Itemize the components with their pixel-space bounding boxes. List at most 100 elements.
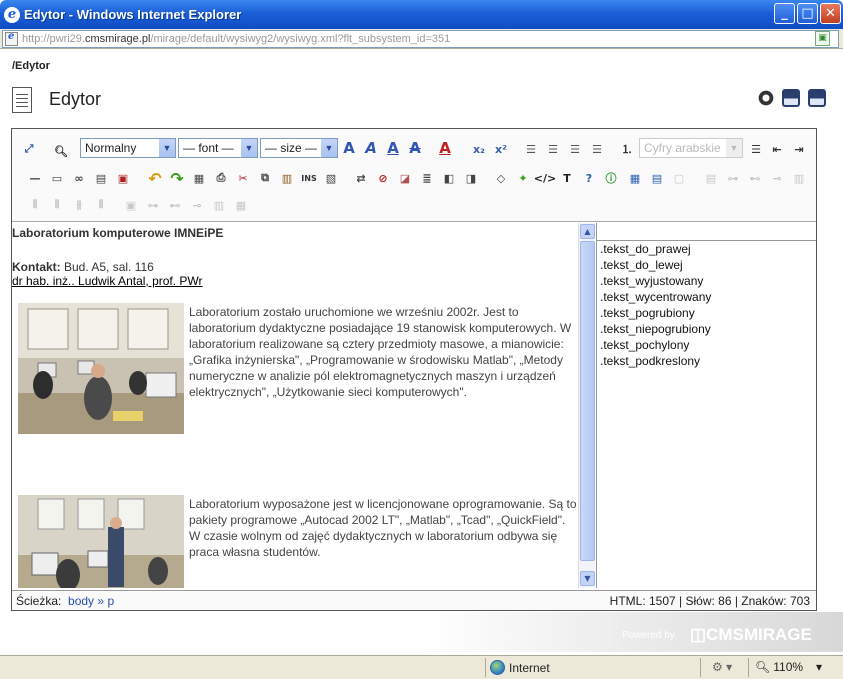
copy-icon[interactable]: ⧉ bbox=[256, 169, 274, 187]
compat-view-icon[interactable]: ▣ bbox=[815, 31, 830, 46]
info-icon[interactable]: ⓘ bbox=[602, 169, 620, 187]
bold-icon[interactable]: A bbox=[340, 139, 358, 157]
cell-props-icon[interactable]: ▣ bbox=[122, 196, 140, 214]
insert-row-before-icon[interactable]: ⊶ bbox=[724, 169, 742, 187]
style-item[interactable]: .tekst_pogrubiony bbox=[597, 305, 816, 321]
align-center-icon[interactable]: ☰ bbox=[544, 140, 562, 158]
security-zone[interactable]: Internet bbox=[490, 660, 550, 675]
zoom-control[interactable]: 🔍︎ 110% ▾ bbox=[755, 660, 822, 674]
indent-icon[interactable]: ⇥ bbox=[790, 140, 808, 158]
author-link[interactable]: dr hab. inż.. Ludwik Antal, prof. PWr bbox=[12, 274, 579, 288]
font-color-icon[interactable]: A bbox=[436, 139, 454, 157]
editor-content[interactable]: Laboratorium komputerowe IMNEiPE Kontakt… bbox=[12, 223, 579, 588]
editor-statusbar: Ścieżka: body » p HTML: 1507 | Słów: 86 … bbox=[12, 590, 816, 610]
paste-word-icon[interactable]: ▧ bbox=[322, 169, 340, 187]
insert-cell-after-icon[interactable]: ⊷ bbox=[166, 196, 184, 214]
delete-col-icon[interactable]: ⫵ bbox=[70, 196, 88, 214]
document-icon bbox=[12, 87, 32, 113]
insert-anchor-icon[interactable]: ▭ bbox=[48, 169, 66, 187]
ordered-list-icon[interactable]: ⒈ bbox=[618, 140, 636, 158]
scroll-down-icon[interactable]: ▼ bbox=[580, 571, 595, 586]
outdent-icon[interactable]: ⇤ bbox=[768, 140, 786, 158]
search-icon[interactable]: 🔍︎ bbox=[52, 142, 70, 160]
preview-icon[interactable] bbox=[757, 89, 775, 107]
link-icon[interactable]: ∞ bbox=[70, 169, 88, 187]
align-right-icon[interactable]: ☰ bbox=[566, 140, 584, 158]
replace-icon[interactable]: ⇄ bbox=[352, 169, 370, 187]
media-icon[interactable]: ▣ bbox=[114, 169, 132, 187]
insert-col-before-icon[interactable]: ⫴ bbox=[26, 196, 44, 214]
maximize-button[interactable]: □ bbox=[797, 3, 818, 24]
path-body-link[interactable]: body bbox=[68, 594, 94, 608]
fullscreen-icon[interactable]: ⤢ bbox=[20, 140, 38, 158]
lab-photo-2[interactable] bbox=[18, 495, 184, 588]
path-label: Ścieżka: bbox=[16, 593, 62, 608]
font-select[interactable]: — font — ▼ bbox=[178, 138, 258, 158]
tag-icon[interactable]: T bbox=[558, 169, 576, 187]
undo-icon[interactable]: ↶ bbox=[146, 169, 164, 188]
style-item[interactable]: .tekst_podkreslony bbox=[597, 353, 816, 369]
move-right-icon[interactable]: ◨ bbox=[462, 169, 480, 187]
breadcrumb[interactable]: /Edytor bbox=[12, 60, 50, 72]
save-close-icon[interactable] bbox=[808, 89, 826, 107]
cut-icon[interactable]: ✂ bbox=[234, 169, 252, 187]
path-p-link[interactable]: p bbox=[107, 594, 114, 608]
insert-cell-before-icon[interactable]: ⊶ bbox=[144, 196, 162, 214]
page-break-icon[interactable]: ≣ bbox=[418, 169, 436, 187]
cell-properties-icon[interactable]: ▢ bbox=[670, 169, 688, 187]
address-field[interactable]: http://pwri29.cmsmirage.pl/mirage/defaul… bbox=[2, 30, 839, 48]
html-code-icon[interactable]: </> bbox=[534, 169, 556, 187]
table-properties-icon[interactable]: ▤ bbox=[648, 169, 666, 187]
print-preview-icon[interactable]: ▦ bbox=[190, 169, 208, 187]
style-item[interactable]: .tekst_wycentrowany bbox=[597, 289, 816, 305]
content-scrollbar[interactable]: ▲ ▼ bbox=[578, 223, 595, 588]
underline-icon[interactable]: A bbox=[384, 139, 402, 157]
source-view-icon[interactable]: ◇ bbox=[492, 169, 510, 187]
scroll-thumb[interactable] bbox=[580, 241, 595, 561]
list-type-select[interactable]: Cyfry arabskie ▼ bbox=[639, 138, 743, 158]
window-titlebar: e Edytor - Windows Internet Explorer _ □… bbox=[0, 0, 843, 29]
style-item[interactable]: .tekst_do_prawej bbox=[597, 241, 816, 257]
delete-row-icon[interactable]: ⊸ bbox=[768, 169, 786, 187]
help-icon[interactable]: ? bbox=[580, 169, 598, 187]
move-left-icon[interactable]: ◧ bbox=[440, 169, 458, 187]
unordered-list-icon[interactable]: ☰ bbox=[747, 140, 765, 158]
format-select[interactable]: Normalny ▼ bbox=[80, 138, 176, 158]
styles-panel-header bbox=[597, 223, 816, 241]
remove-format-icon[interactable]: ⊘ bbox=[374, 169, 392, 187]
paste-icon[interactable]: ▥ bbox=[278, 169, 296, 187]
split-col-icon[interactable]: ⫴ bbox=[92, 196, 110, 214]
insert-col-after-icon[interactable]: ⫴ bbox=[48, 196, 66, 214]
italic-icon[interactable]: A bbox=[362, 139, 380, 157]
insert-overwrite-icon[interactable]: INS bbox=[300, 169, 318, 187]
subscript-icon[interactable]: x₂ bbox=[470, 140, 488, 158]
superscript-icon[interactable]: x² bbox=[492, 140, 510, 158]
row-properties-icon[interactable]: ▤ bbox=[702, 169, 720, 187]
horizontal-rule-icon[interactable]: — bbox=[26, 169, 44, 187]
insert-row-after-icon[interactable]: ⊷ bbox=[746, 169, 764, 187]
save-icon[interactable] bbox=[782, 89, 800, 107]
table-icon[interactable]: ▦ bbox=[626, 169, 644, 187]
align-justify-icon[interactable]: ☰ bbox=[588, 140, 606, 158]
eraser-icon[interactable]: ◪ bbox=[396, 169, 414, 187]
split-cell-icon[interactable]: ▦ bbox=[232, 196, 250, 214]
merge-cells-icon[interactable]: ▥ bbox=[210, 196, 228, 214]
scroll-up-icon[interactable]: ▲ bbox=[580, 224, 595, 239]
close-button[interactable]: ✕ bbox=[820, 3, 841, 24]
style-item[interactable]: .tekst_pochylony bbox=[597, 337, 816, 353]
image-icon[interactable]: ▤ bbox=[92, 169, 110, 187]
style-item[interactable]: .tekst_do_lewej bbox=[597, 257, 816, 273]
lab-photo-1[interactable] bbox=[18, 303, 184, 434]
protected-mode-icon[interactable]: ⚙ ▾ bbox=[712, 660, 732, 674]
split-row-icon[interactable]: ▥ bbox=[790, 169, 808, 187]
plugin-icon[interactable]: ✦ bbox=[514, 169, 532, 187]
redo-icon[interactable]: ↷ bbox=[168, 169, 186, 188]
style-item[interactable]: .tekst_wyjustowany bbox=[597, 273, 816, 289]
style-item[interactable]: .tekst_niepogrubiony bbox=[597, 321, 816, 337]
align-left-icon[interactable]: ☰ bbox=[522, 140, 540, 158]
delete-cell-icon[interactable]: ⊸ bbox=[188, 196, 206, 214]
strikethrough-icon[interactable]: A bbox=[406, 139, 424, 157]
minimize-button[interactable]: _ bbox=[774, 3, 795, 24]
print-icon[interactable]: ⎙ bbox=[212, 169, 230, 187]
size-select[interactable]: — size — ▼ bbox=[260, 138, 338, 158]
